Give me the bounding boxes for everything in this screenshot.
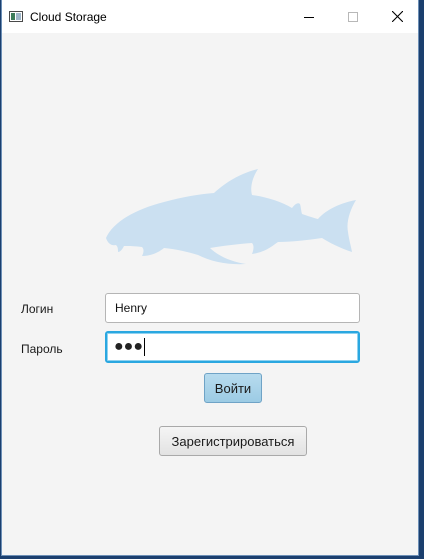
- maximize-button[interactable]: [330, 0, 376, 33]
- shark-logo-icon: [106, 169, 356, 265]
- login-button[interactable]: Войти: [204, 373, 262, 403]
- minimize-icon: [304, 16, 314, 18]
- register-button[interactable]: Зарегистрироваться: [159, 426, 307, 456]
- password-label: Пароль: [21, 342, 63, 356]
- app-window-icon: [9, 11, 23, 22]
- text-caret: [144, 338, 145, 356]
- password-field[interactable]: ●●●: [105, 331, 360, 363]
- window-title: Cloud Storage: [30, 10, 107, 24]
- app-window: Cloud Storage Логин Пароль ●●● Войти Зар…: [1, 0, 419, 556]
- login-field[interactable]: [105, 293, 360, 323]
- password-mask: ●●●: [114, 338, 143, 355]
- login-label: Логин: [21, 302, 54, 316]
- title-bar[interactable]: Cloud Storage: [2, 0, 418, 33]
- maximize-icon: [348, 11, 358, 22]
- close-button[interactable]: [374, 0, 420, 33]
- close-icon: [391, 11, 403, 22]
- minimize-button[interactable]: [286, 0, 332, 33]
